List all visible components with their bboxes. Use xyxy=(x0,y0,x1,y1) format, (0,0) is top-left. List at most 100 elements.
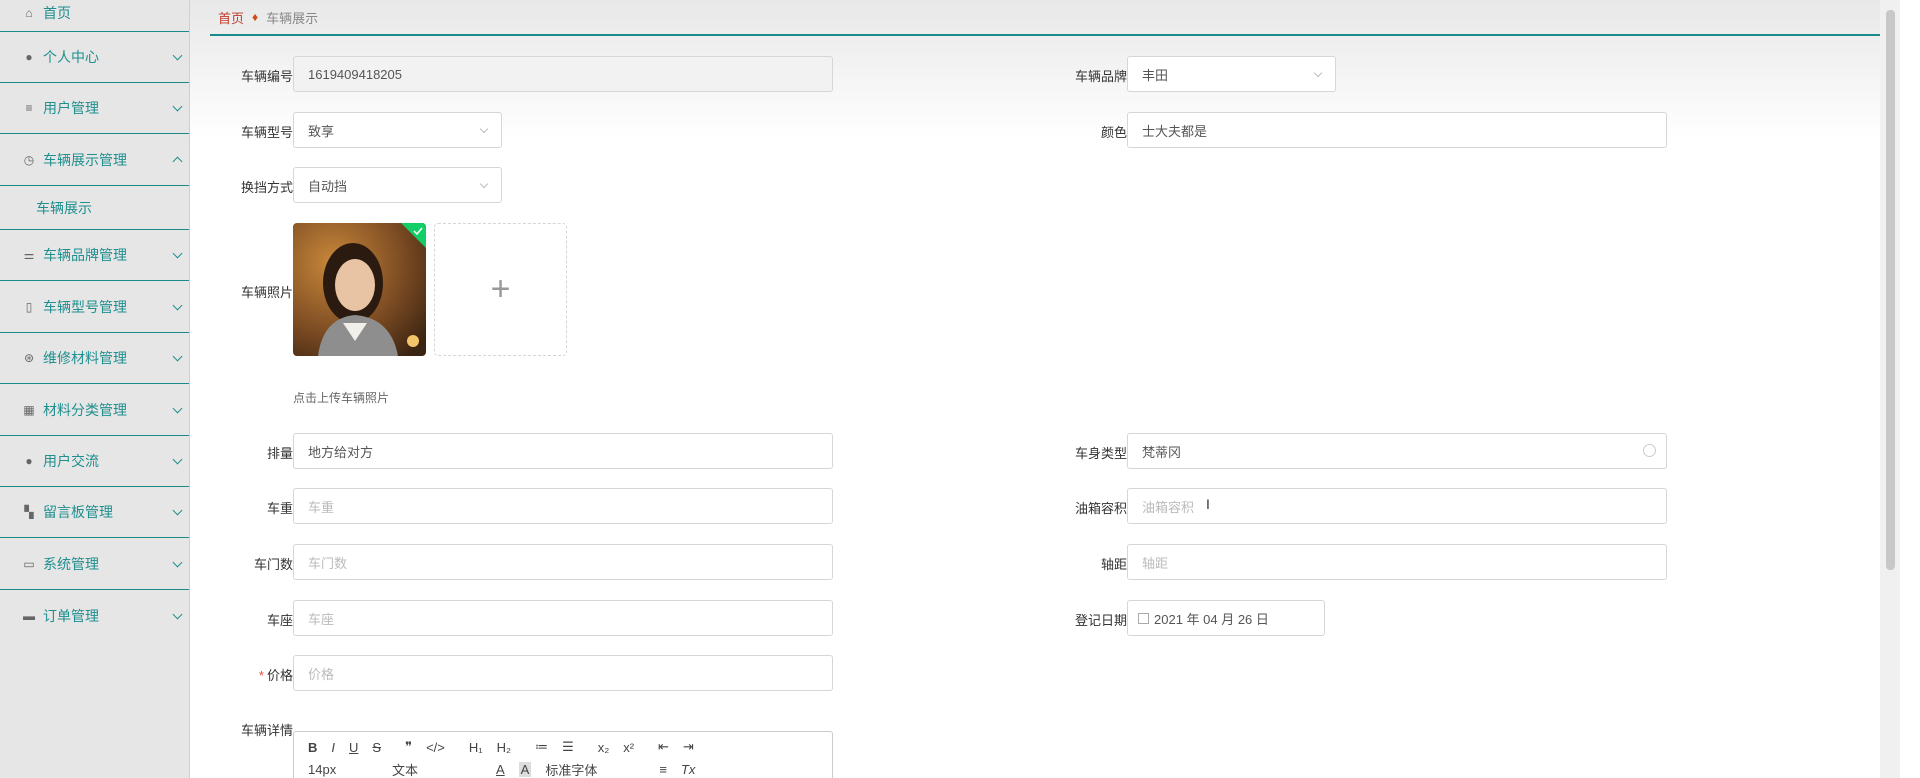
seats-field[interactable]: 车座 xyxy=(293,600,833,636)
chevron-down-icon xyxy=(172,248,183,259)
breadcrumb-home[interactable]: 首页 xyxy=(218,8,244,27)
vehicle-no-label: 车辆编号 xyxy=(240,69,293,84)
vehicle-no-field[interactable]: 1619409418205 xyxy=(293,56,833,92)
transmission-value: 自动挡 xyxy=(308,178,348,194)
underline-button[interactable]: U xyxy=(349,740,358,755)
chevron-down-icon xyxy=(172,351,183,362)
code-button[interactable]: </> xyxy=(426,740,445,755)
h1-button[interactable]: H₁ xyxy=(469,740,483,755)
bg-color-button[interactable]: A xyxy=(518,762,532,777)
bullet-list-button[interactable]: ☰ xyxy=(562,739,574,755)
required-marker: * xyxy=(258,668,264,683)
quote-button[interactable]: ❞ xyxy=(405,739,412,755)
body-type-field[interactable]: 梵蒂冈 xyxy=(1127,433,1667,469)
clock-icon: ◷ xyxy=(23,152,35,167)
scrollbar-thumb[interactable] xyxy=(1886,10,1895,570)
text-cursor-icon: I xyxy=(1206,496,1210,512)
weight-label: 车重 xyxy=(266,501,293,516)
h2-button[interactable]: H₂ xyxy=(497,740,511,755)
home-icon: ⌂ xyxy=(25,5,33,20)
sidebar-item-communication[interactable]: ● 用户交流 xyxy=(0,436,189,487)
bold-button[interactable]: B xyxy=(308,740,317,755)
italic-button[interactable]: I xyxy=(331,740,335,755)
subscript-button[interactable]: x₂ xyxy=(598,740,610,755)
sidebar-item-label: 车辆品牌管理 xyxy=(43,247,127,263)
reg-date-picker[interactable]: 2021 年 04 月 26 日 xyxy=(1127,600,1325,636)
chevron-down-icon xyxy=(172,50,183,61)
sidebar-item-label: 车辆展示管理 xyxy=(43,151,127,168)
detail-label: 车辆详情 xyxy=(240,723,293,738)
chevron-down-icon xyxy=(1313,68,1323,78)
displacement-field[interactable]: 地方给对方 xyxy=(293,433,833,469)
sidebar-item-label: 用户交流 xyxy=(43,453,99,469)
chevron-down-icon xyxy=(479,124,489,134)
ordered-list-button[interactable]: ≔ xyxy=(535,739,548,755)
sidebar-item-label: 留言板管理 xyxy=(43,504,113,520)
indent-button[interactable]: ⇥ xyxy=(683,739,694,755)
breadcrumb-current: 车辆展示 xyxy=(266,10,319,26)
color-field[interactable]: 士大夫都是 xyxy=(1127,112,1667,148)
model-value: 致享 xyxy=(308,123,335,139)
price-label: * 价格 xyxy=(213,665,293,684)
sidebar-item-model[interactable]: ▯ 车辆型号管理 xyxy=(0,281,189,333)
displacement-label: 排量 xyxy=(266,446,293,461)
sidebar-item-label: 材料分类管理 xyxy=(43,401,127,418)
clear-format-button[interactable]: Tx xyxy=(681,762,695,777)
text-type-select[interactable]: 文本 xyxy=(392,760,482,778)
brand-value: 丰田 xyxy=(1142,67,1169,83)
editor-toolbar-row-1: B I U S ❞ </> H₁ H₂ ≔ ☰ x₂ x² ⇤ ⇥ xyxy=(294,739,694,755)
model-select[interactable]: 致享 xyxy=(293,112,502,148)
clear-icon[interactable] xyxy=(1643,444,1656,457)
brand-select[interactable]: 丰田 xyxy=(1127,56,1336,92)
editor-toolbar-row-2: 14px 文本 A A 标准字体 ≡ Tx xyxy=(294,760,695,778)
chevron-down-icon xyxy=(172,557,183,567)
font-family-select[interactable]: 标准字体 xyxy=(545,760,645,778)
weight-field[interactable]: 车重 xyxy=(293,488,833,524)
outdent-button[interactable]: ⇤ xyxy=(658,739,669,755)
sidebar-subitem-vehicle-display[interactable]: 车辆展示 xyxy=(0,186,189,230)
sidebar-item-users[interactable]: ≡ 用户管理 xyxy=(0,83,189,134)
sidebar-subitem-label: 车辆展示 xyxy=(36,199,92,216)
font-size-select[interactable]: 14px xyxy=(308,762,378,777)
sidebar-item-profile[interactable]: ● 个人中心 xyxy=(0,32,189,83)
sidebar-item-message-board[interactable]: ▚ 留言板管理 xyxy=(0,487,189,538)
chevron-down-icon xyxy=(172,101,183,112)
grid-icon: ▚ xyxy=(24,505,34,519)
upload-button[interactable]: + xyxy=(434,223,567,356)
flame-icon: ♦ xyxy=(252,10,259,24)
breadcrumb: 首页 ♦ 车辆展示 xyxy=(210,0,1900,36)
rich-text-editor[interactable]: B I U S ❞ </> H₁ H₂ ≔ ☰ x₂ x² ⇤ ⇥ 14px 文… xyxy=(293,731,833,778)
doors-field[interactable]: 车门数 xyxy=(293,544,833,580)
price-field[interactable]: 价格 xyxy=(293,655,833,691)
align-button[interactable]: ≡ xyxy=(659,762,667,777)
chevron-down-icon xyxy=(172,454,183,465)
sidebar-item-vehicle-display[interactable]: ◷ 车辆展示管理 xyxy=(0,134,189,186)
sidebar-item-orders[interactable]: ▬ 订单管理 xyxy=(0,590,189,641)
chevron-down-icon xyxy=(172,403,183,413)
main-content: 首页 ♦ 车辆展示 车辆编号 1619409418205 车辆品牌 丰田 车辆型… xyxy=(190,0,1900,778)
superscript-button[interactable]: x² xyxy=(623,740,634,755)
reg-date-label: 登记日期 xyxy=(1074,613,1127,628)
sidebar-item-material-category[interactable]: ▦ 材料分类管理 xyxy=(0,384,189,436)
chevron-down-icon xyxy=(172,609,183,619)
portrait-image xyxy=(293,223,426,356)
sidebar-item-label: 订单管理 xyxy=(43,607,99,624)
seats-label: 车座 xyxy=(266,613,293,628)
sidebar-item-system[interactable]: ▭ 系统管理 xyxy=(0,538,189,590)
sidebar-item-label: 系统管理 xyxy=(43,555,99,572)
body-type-value: 梵蒂冈 xyxy=(1142,444,1182,460)
sidebar: ⌂ 首页 ● 个人中心 ≡ 用户管理 ◷ 车辆展示管理 车辆展示 ⚌ 车辆品牌管… xyxy=(0,0,190,778)
sidebar-item-materials[interactable]: ⊛ 维修材料管理 xyxy=(0,333,189,384)
scrollbar[interactable] xyxy=(1880,0,1900,778)
vehicle-photo-thumbnail[interactable] xyxy=(293,223,426,356)
font-color-button[interactable]: A xyxy=(496,762,505,777)
transmission-label: 换挡方式 xyxy=(240,180,293,195)
sidebar-item-home[interactable]: ⌂ 首页 xyxy=(0,0,189,32)
user-icon: ● xyxy=(25,454,33,468)
wheelbase-field[interactable]: 轴距 xyxy=(1127,544,1667,580)
plus-icon: + xyxy=(490,270,511,308)
strike-button[interactable]: S xyxy=(372,740,381,755)
transmission-select[interactable]: 自动挡 xyxy=(293,167,502,203)
list-icon: ≡ xyxy=(25,101,33,115)
sidebar-item-brand[interactable]: ⚌ 车辆品牌管理 xyxy=(0,230,189,281)
